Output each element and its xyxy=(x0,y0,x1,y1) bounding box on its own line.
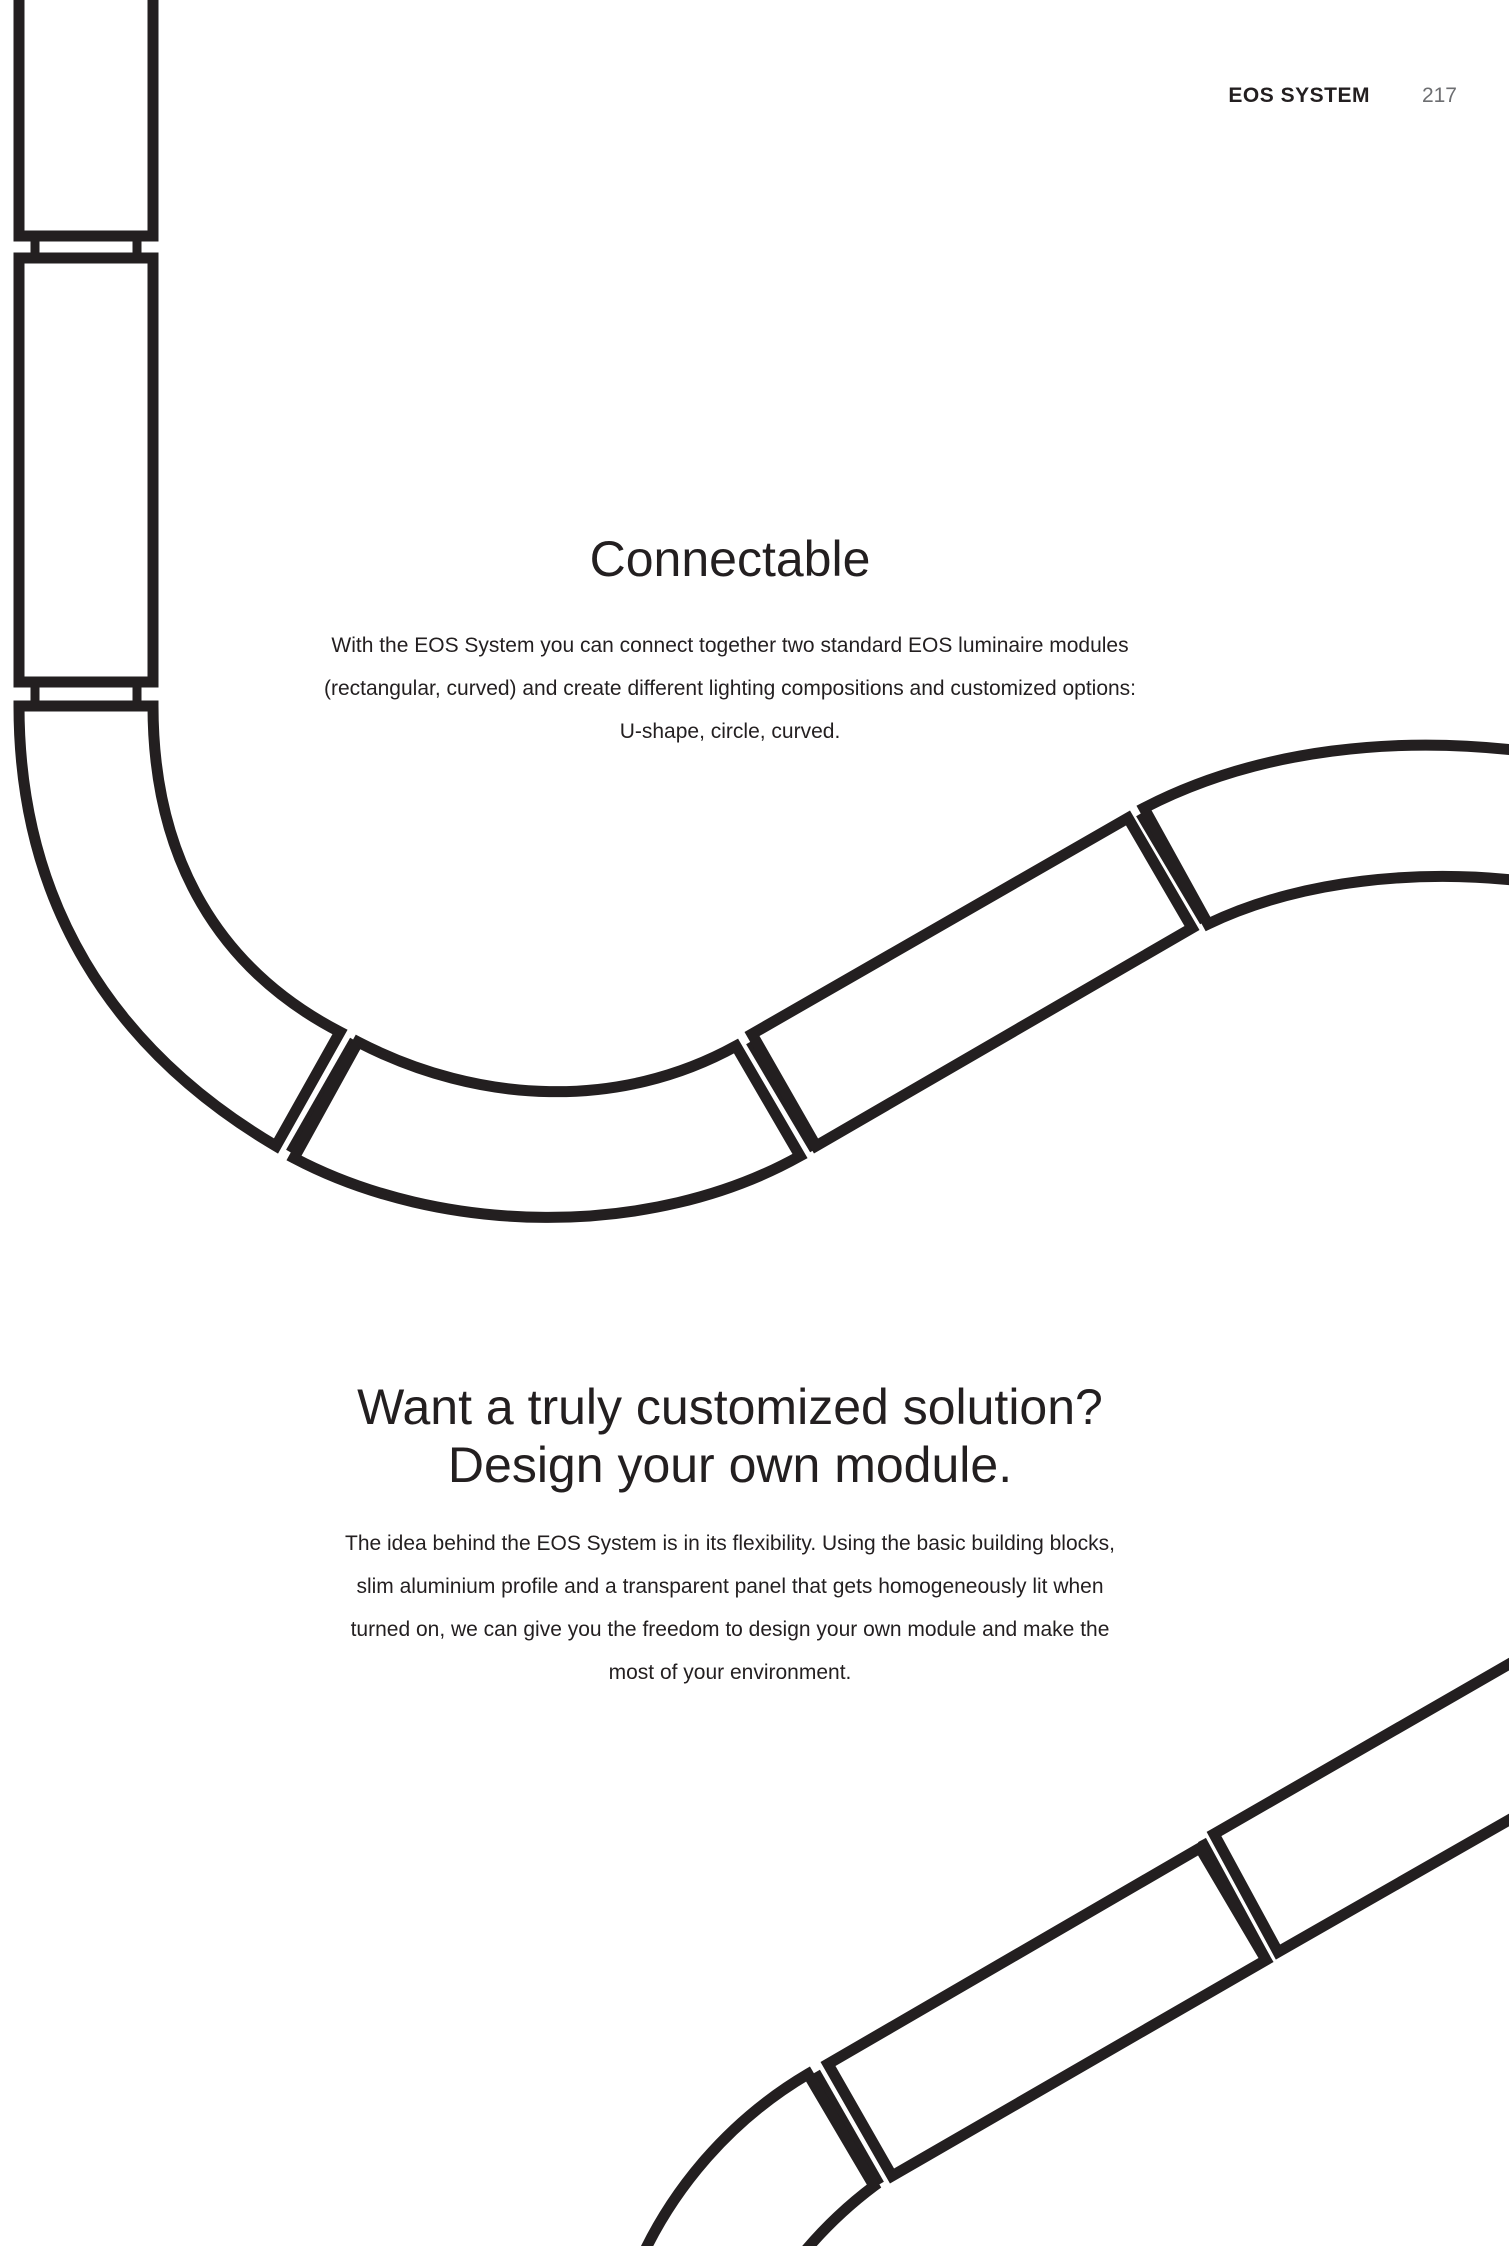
module-curve-1 xyxy=(13,700,348,1154)
module-straight-top xyxy=(13,0,159,242)
connectable-section: Connectable With the EOS System you can … xyxy=(280,530,1180,753)
custom-module-heading-line-1: Want a truly customized solution? xyxy=(357,1379,1103,1435)
page-number: 217 xyxy=(1421,84,1457,107)
module-curve-3 xyxy=(1136,739,1509,932)
page-header: EOS SYSTEM 217 xyxy=(1228,84,1457,108)
custom-module-section: Want a truly customized solution? Design… xyxy=(280,1378,1180,1694)
custom-module-heading: Want a truly customized solution? Design… xyxy=(280,1378,1180,1494)
module-diagonal-1 xyxy=(744,810,1200,1154)
custom-module-body: The idea behind the EOS System is in its… xyxy=(345,1532,1115,1684)
header-title: EOS SYSTEM xyxy=(1228,84,1370,107)
module-straight-middle xyxy=(13,252,159,688)
module-diagonal-2 xyxy=(1206,1657,1509,1960)
module-diagonal-3 xyxy=(820,1840,1274,2184)
connectable-heading: Connectable xyxy=(589,531,871,587)
eos-modules-illustration xyxy=(13,0,1509,2246)
custom-module-heading-line-2: Design your own module. xyxy=(447,1437,1013,1493)
module-curve-4 xyxy=(641,2066,882,2246)
connectable-body: With the EOS System you can connect toge… xyxy=(323,634,1137,743)
module-curve-2 xyxy=(286,1034,808,1223)
